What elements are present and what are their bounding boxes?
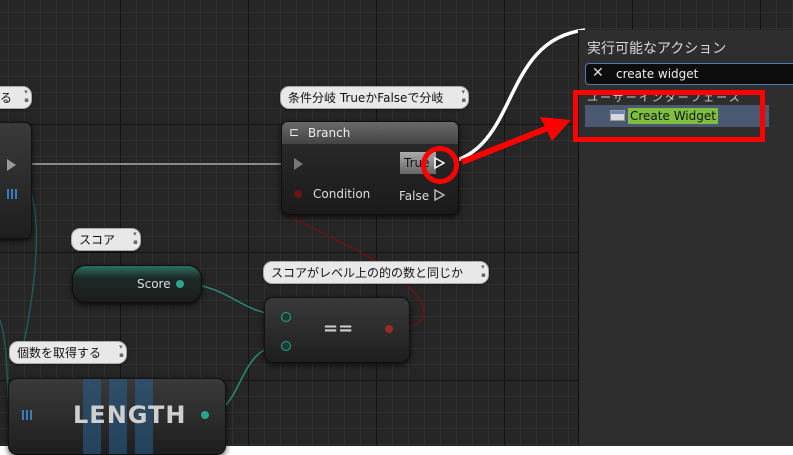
comment-text: る [0,91,13,105]
comment-branch[interactable]: 条件分岐 TrueかFalseで分岐 ▾ ▪ [280,86,470,109]
annotation-highlight-circle [421,146,459,184]
comment-text: 条件分岐 TrueかFalseで分岐 [288,91,444,105]
false-label: False [399,189,430,203]
comment-controls-icon[interactable]: ▾ ▪ [119,343,124,359]
comment-controls-icon[interactable]: ▾ ▪ [133,230,138,246]
score-output-pin-icon[interactable] [176,280,184,288]
branch-icon: ⊏ [289,125,300,139]
action-search-box[interactable]: ✕ [585,63,793,85]
equals-symbol: == [323,318,354,339]
branch-exec-in-icon[interactable] [294,158,303,170]
equals-input-b-pin-icon[interactable] [281,341,291,351]
equals-input-a-pin-icon[interactable] [281,312,291,322]
left-partial-node[interactable] [0,122,32,239]
comment-score[interactable]: スコア ▾ ▪ [71,228,141,251]
comment-count[interactable]: 個数を取得する ▾ ▪ [9,341,127,364]
branch-title: Branch [308,126,351,140]
branch-header[interactable]: ⊏ Branch [282,122,458,144]
score-variable-node[interactable]: Score [72,265,202,303]
comment-controls-icon[interactable]: ▾ ▪ [462,88,467,104]
equals-output-pin-icon[interactable] [385,325,393,333]
condition-label: Condition [313,187,371,201]
length-node[interactable]: LENGTH [8,378,226,455]
annotation-highlight-box [573,90,765,142]
comment-controls-icon[interactable]: ▾ ▪ [481,263,486,279]
length-array-input-pin-icon[interactable] [22,410,32,420]
false-exec-pin-icon[interactable] [434,189,445,201]
comment-text: スコア [79,233,116,247]
action-search-input[interactable] [616,65,786,82]
comment-text: スコアがレベル上の的の数と同じか [271,266,464,280]
comment-left-partial[interactable]: る ▾ ▪ [0,86,32,109]
comment-controls-icon[interactable]: ▾ ▪ [24,88,29,104]
comment-text: 個数を取得する [17,346,102,360]
clear-search-icon[interactable]: ✕ [592,65,604,81]
length-title: LENGTH [73,401,187,429]
annotation-arrow-line [460,125,550,165]
equals-node[interactable]: == [264,297,410,363]
exec-pin-icon[interactable] [7,159,16,171]
length-output-pin-icon[interactable] [201,411,209,419]
array-pin-icon[interactable] [7,189,17,199]
action-menu-title: 実行可能なアクション [587,41,727,57]
comment-equals[interactable]: スコアがレベル上の的の数と同じか ▾ ▪ [263,261,489,284]
score-label: Score [137,277,171,291]
condition-pin-icon[interactable] [294,190,302,198]
